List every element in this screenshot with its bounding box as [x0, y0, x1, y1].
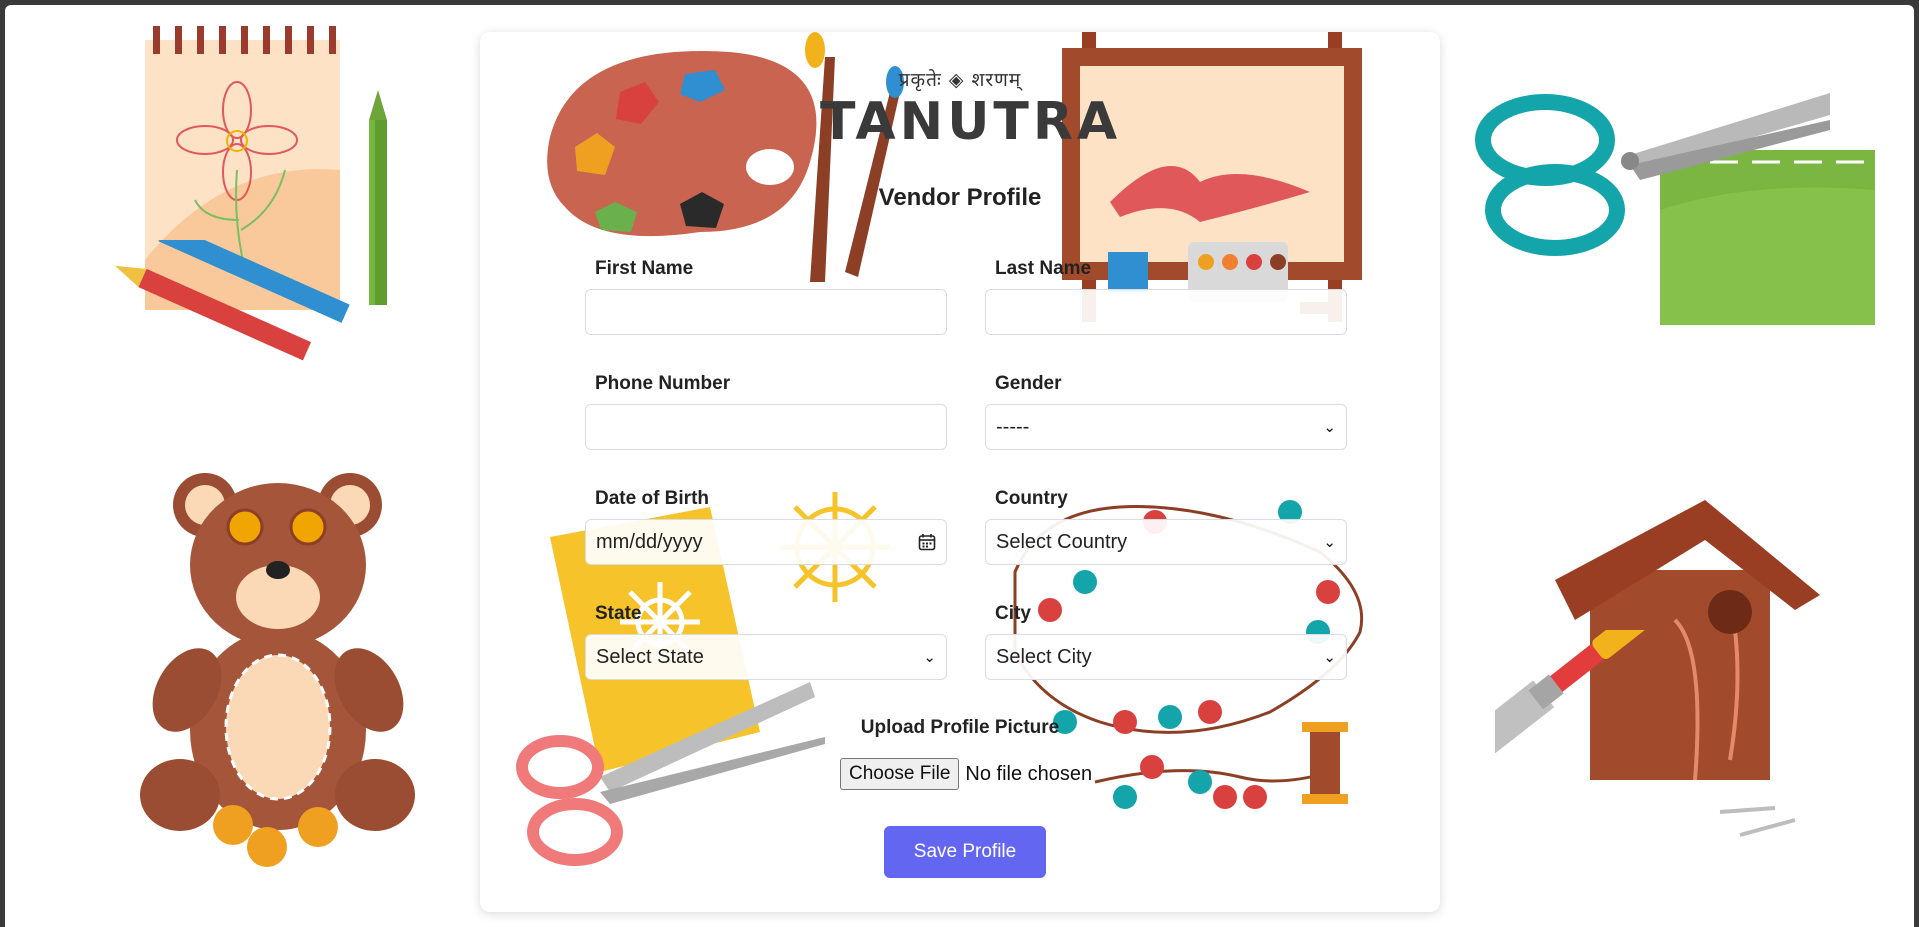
page-title: Vendor Profile: [878, 184, 1042, 211]
first-name-group: First Name: [585, 258, 947, 335]
gender-select-value: -----: [996, 415, 1030, 438]
vendor-profile-card: प्रकृतेः ◈ शरणम् TANUTRA Vendor Profile …: [480, 32, 1440, 912]
brand-name: TANUTRA: [820, 92, 1122, 152]
brand-logo: प्रकृतेः ◈ शरणम् TANUTRA: [820, 50, 1122, 180]
scissors-icon: [516, 682, 825, 866]
save-profile-button[interactable]: Save Profile: [884, 826, 1046, 878]
city-group: City Select City ⌄: [985, 603, 1347, 680]
gender-select[interactable]: ----- ⌄: [985, 404, 1347, 450]
last-name-group: Last Name: [985, 258, 1347, 335]
city-label: City: [995, 603, 1031, 624]
gender-group: Gender ----- ⌄: [985, 373, 1347, 450]
dob-label: Date of Birth: [595, 488, 709, 509]
chevron-down-icon: ⌄: [1323, 649, 1336, 666]
phone-group: Phone Number: [585, 373, 947, 450]
chevron-down-icon: ⌄: [1323, 419, 1336, 436]
file-status: No file chosen: [965, 762, 1093, 785]
country-select-value: Select Country: [996, 530, 1128, 553]
file-upload: Choose File No file chosen: [840, 758, 1092, 790]
state-group: State Select State ⌄: [585, 603, 947, 680]
choose-file-button[interactable]: Choose File: [840, 758, 960, 790]
page-viewport: प्रकृतेः ◈ शरणम् TANUTRA Vendor Profile …: [5, 5, 1914, 927]
city-select[interactable]: Select City ⌄: [985, 634, 1347, 680]
state-label: State: [595, 603, 642, 624]
country-select[interactable]: Select Country ⌄: [985, 519, 1347, 565]
city-select-value: Select City: [996, 645, 1092, 668]
gender-label: Gender: [995, 373, 1062, 394]
calendar-icon[interactable]: [918, 533, 936, 551]
dob-placeholder: mm/dd/yyyy: [596, 530, 703, 553]
country-label: Country: [995, 488, 1068, 509]
chevron-down-icon: ⌄: [923, 649, 936, 666]
state-select[interactable]: Select State ⌄: [585, 634, 947, 680]
nails-icon: [1719, 806, 1796, 837]
last-name-input[interactable]: [985, 289, 1347, 335]
dob-group: Date of Birth mm/dd/yyyy: [585, 488, 947, 565]
scissors-icon: [1475, 93, 1830, 256]
state-select-value: Select State: [596, 645, 704, 668]
brand-tagline: प्रकृतेः ◈ शरणम्: [898, 69, 1022, 91]
pencil-icon: [115, 240, 350, 361]
first-name-label: First Name: [595, 258, 694, 279]
country-group: Country Select Country ⌄: [985, 488, 1347, 565]
phone-input[interactable]: [585, 404, 947, 450]
buttons-icon: [213, 805, 338, 867]
phone-label: Phone Number: [595, 373, 731, 394]
hammer-icon: [1495, 630, 1689, 756]
chevron-down-icon: ⌄: [1323, 534, 1336, 551]
upload-label: Upload Profile Picture: [860, 717, 1060, 738]
dob-input[interactable]: mm/dd/yyyy: [585, 519, 947, 565]
last-name-label: Last Name: [995, 258, 1092, 279]
first-name-input[interactable]: [585, 289, 947, 335]
